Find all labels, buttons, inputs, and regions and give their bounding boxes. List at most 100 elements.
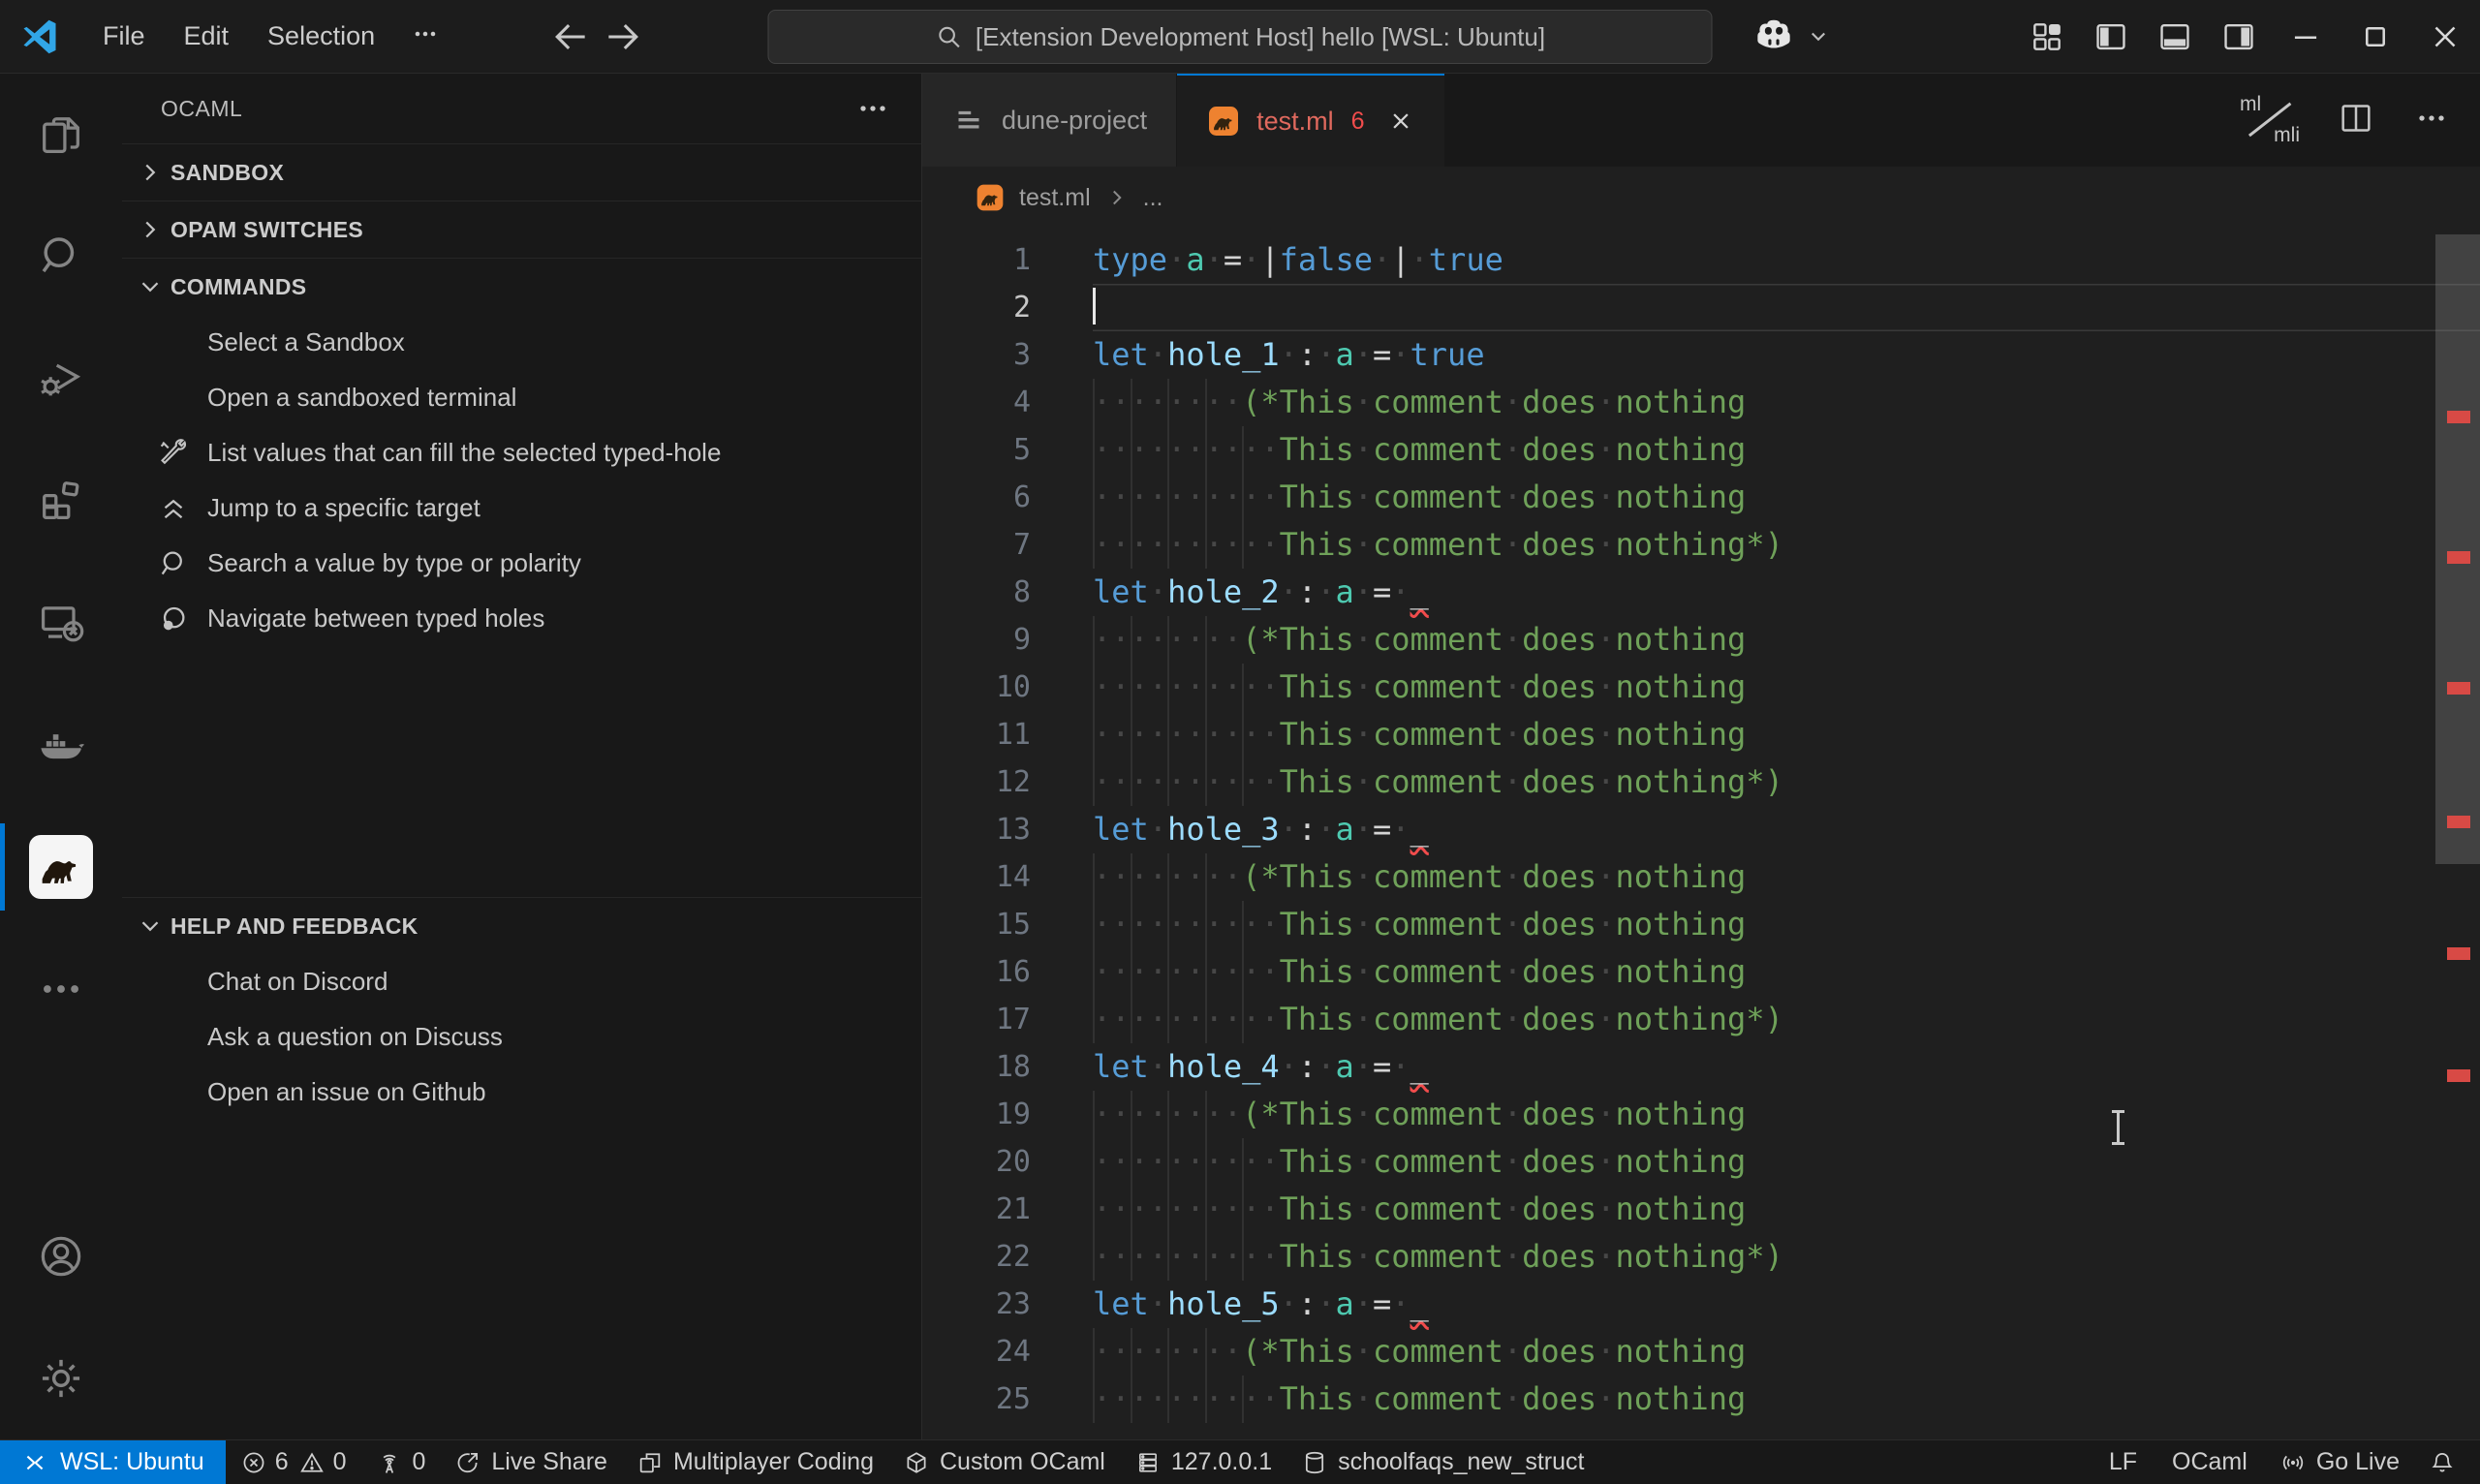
settings-gear-icon[interactable] (0, 1317, 122, 1439)
section-header-sandbox[interactable]: SANDBOX (122, 144, 921, 201)
line-content[interactable]: ··········This·comment·does·nothing*) (1093, 996, 2480, 1043)
code-line-2[interactable]: 2 (922, 284, 2480, 331)
line-number[interactable]: 25 (922, 1382, 1031, 1416)
remote-explorer-icon[interactable] (0, 562, 122, 684)
line-number[interactable]: 22 (922, 1240, 1031, 1274)
code-line-15[interactable]: 15 ··········This·comment·does·nothing (922, 901, 2480, 948)
line-content[interactable]: ··········This·comment·does·nothing (1093, 474, 2480, 521)
split-editor-icon[interactable] (2337, 99, 2375, 142)
command-navigate-typed-holes[interactable]: Navigate between typed holes (122, 591, 921, 646)
status-language-mode[interactable]: OCaml (2154, 1440, 2265, 1484)
help-ask-discuss[interactable]: Ask a question on Discuss (122, 1009, 921, 1065)
tab-test-ml[interactable]: test.ml 6 (1177, 74, 1443, 167)
run-debug-icon[interactable] (0, 318, 122, 440)
line-number[interactable]: 12 (922, 765, 1031, 799)
status-database[interactable]: schoolfaqs_new_struct (1286, 1440, 1598, 1484)
status-multiplayer-coding[interactable]: Multiplayer Coding (622, 1440, 888, 1484)
line-content[interactable]: ··········This·comment·does·nothing (1093, 948, 2480, 996)
code-line-21[interactable]: 21 ··········This·comment·does·nothing (922, 1186, 2480, 1233)
breadcrumb-file[interactable]: test.ml (1019, 184, 1091, 212)
line-number[interactable]: 11 (922, 718, 1031, 752)
command-center-search[interactable]: [Extension Development Host] hello [WSL:… (768, 10, 1713, 64)
line-number[interactable]: 19 (922, 1098, 1031, 1131)
breadcrumb-more[interactable]: ... (1143, 184, 1163, 212)
line-number[interactable]: 1 (922, 243, 1031, 277)
line-content[interactable]: ··········This·comment·does·nothing (1093, 426, 2480, 474)
line-content[interactable]: let·hole_3·:·a·=·_ (1093, 806, 2480, 853)
code-line-22[interactable]: 22··········This·comment·does·nothing*) (922, 1233, 2480, 1281)
code-line-12[interactable]: 12 ··········This·comment·does·nothing*) (922, 758, 2480, 806)
line-content[interactable]: ··········This·comment·does·nothing (1093, 664, 2480, 711)
code-line-3[interactable]: 3let·hole_1·:·a·=·true (922, 331, 2480, 379)
explorer-icon[interactable] (0, 74, 122, 196)
line-content[interactable]: ··········This·comment·does·nothing (1093, 901, 2480, 948)
line-number[interactable]: 15 (922, 908, 1031, 942)
line-content[interactable]: ········(*This·comment·does·nothing (1093, 379, 2480, 426)
section-header-help-feedback[interactable]: HELP AND FEEDBACK (122, 898, 921, 954)
toggle-panel-icon[interactable] (2143, 0, 2207, 74)
menu-file[interactable]: File (83, 14, 165, 59)
help-chat-discord[interactable]: Chat on Discord (122, 954, 921, 1009)
code-line-9[interactable]: 9 ········(*This·comment·does·nothing (922, 616, 2480, 664)
command-open-sandboxed-terminal[interactable]: Open a sandboxed terminal (122, 370, 921, 425)
line-content[interactable]: let·hole_4·:·a·=·_ (1093, 1043, 2480, 1091)
line-content[interactable]: ··········This·comment·does·nothing (1093, 1186, 2480, 1233)
extensions-icon[interactable] (0, 440, 122, 562)
line-content[interactable]: let·hole_5·:·a·=·_ (1093, 1281, 2480, 1328)
code-line-7[interactable]: 7··········This·comment·does·nothing*) (922, 521, 2480, 569)
status-problems[interactable]: 6 0 (226, 1440, 361, 1484)
status-eol[interactable]: LF (2092, 1440, 2154, 1484)
code-line-6[interactable]: 6 ··········This·comment·does·nothing (922, 474, 2480, 521)
line-number[interactable]: 6 (922, 480, 1031, 514)
code-editor[interactable]: 1type·a·=·|false·|·true23let·hole_1·:·a·… (922, 229, 2480, 1439)
code-line-20[interactable]: 20··········This·comment·does·nothing (922, 1138, 2480, 1186)
tab-close-icon[interactable] (1386, 107, 1415, 136)
status-live-share[interactable]: Live Share (440, 1440, 622, 1484)
window-close-icon[interactable] (2410, 0, 2480, 74)
window-minimize-icon[interactable] (2271, 0, 2340, 74)
tab-dune-project[interactable]: dune-project (922, 74, 1177, 167)
line-content[interactable]: ········(*This·comment·does·nothing (1093, 853, 2480, 901)
editor-scrollbar[interactable] (2435, 234, 2480, 864)
docker-icon[interactable] (0, 684, 122, 806)
menu-overflow-icon[interactable] (394, 11, 456, 62)
command-search-by-type[interactable]: Search a value by type or polarity (122, 536, 921, 591)
section-header-commands[interactable]: COMMANDS (122, 259, 921, 315)
line-number[interactable]: 14 (922, 860, 1031, 894)
line-number[interactable]: 21 (922, 1192, 1031, 1226)
account-icon[interactable] (0, 1195, 122, 1317)
code-line-23[interactable]: 23 let·hole_5·:·a·=·_ (922, 1281, 2480, 1328)
nav-forward-icon[interactable] (602, 15, 644, 58)
code-line-10[interactable]: 10··········This·comment·does·nothing (922, 664, 2480, 711)
more-icon[interactable] (0, 928, 122, 1050)
line-number[interactable]: 16 (922, 955, 1031, 989)
line-number[interactable]: 23 (922, 1287, 1031, 1321)
code-line-14[interactable]: 14 ········(*This·comment·does·nothing (922, 853, 2480, 901)
line-number[interactable]: 8 (922, 575, 1031, 609)
ml-mli-switcher-icon[interactable]: ml mli (2238, 95, 2300, 145)
nav-back-icon[interactable] (549, 15, 592, 58)
copilot-menu[interactable] (1750, 12, 1833, 60)
line-content[interactable]: ········(*This·comment·does·nothing (1093, 1091, 2480, 1138)
code-line-11[interactable]: 11··········This·comment·does·nothing (922, 711, 2480, 758)
search-icon[interactable] (0, 196, 122, 318)
line-number[interactable]: 9 (922, 623, 1031, 657)
code-line-8[interactable]: 8let·hole_2·:·a·=·_ (922, 569, 2480, 616)
line-content[interactable]: ··········This·comment·does·nothing*) (1093, 521, 2480, 569)
ocaml-icon[interactable] (0, 806, 122, 928)
command-jump-to-target[interactable]: Jump to a specific target (122, 480, 921, 536)
code-line-5[interactable]: 5 ··········This·comment·does·nothing (922, 426, 2480, 474)
line-number[interactable]: 5 (922, 433, 1031, 467)
code-line-1[interactable]: 1type·a·=·|false·|·true (922, 236, 2480, 284)
status-ports[interactable]: 0 (361, 1440, 441, 1484)
line-number[interactable]: 3 (922, 338, 1031, 372)
line-number[interactable]: 18 (922, 1050, 1031, 1084)
line-number[interactable]: 13 (922, 813, 1031, 847)
code-line-13[interactable]: 13 let·hole_3·:·a·=·_ (922, 806, 2480, 853)
sidebar-more-actions-icon[interactable] (853, 89, 892, 128)
code-line-24[interactable]: 24········(*This·comment·does·nothing (922, 1328, 2480, 1376)
line-content[interactable]: ········(*This·comment·does·nothing (1093, 616, 2480, 664)
line-content[interactable]: ··········This·comment·does·nothing (1093, 1376, 2480, 1423)
code-line-17[interactable]: 17··········This·comment·does·nothing*) (922, 996, 2480, 1043)
line-content[interactable]: ··········This·comment·does·nothing*) (1093, 758, 2480, 806)
